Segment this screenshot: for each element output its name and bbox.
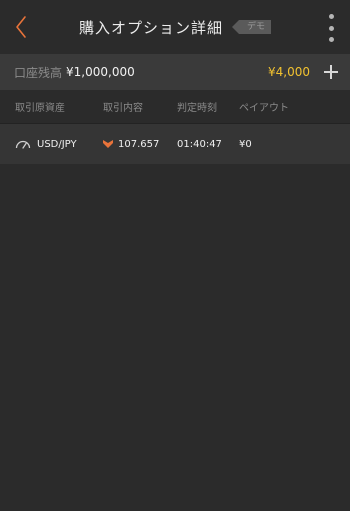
table-header: 取引原資産 取引内容 判定時刻 ペイアウト xyxy=(0,90,350,124)
app-header: 購入オプション詳細 デモ xyxy=(0,0,350,54)
judgment-time: 01:40:47 xyxy=(177,138,222,150)
bonus-value: ¥4,000 xyxy=(268,65,310,79)
column-header-trade: 取引内容 xyxy=(103,103,143,114)
add-funds-button[interactable] xyxy=(324,65,338,79)
column-header-time: 判定時刻 xyxy=(177,103,217,114)
asset-cell: USD/JPY xyxy=(0,139,103,150)
column-header-asset: 取引原資産 xyxy=(15,103,65,114)
gauge-icon xyxy=(15,140,31,149)
more-vertical-icon xyxy=(328,14,334,19)
asset-name: USD/JPY xyxy=(37,138,77,150)
trade-price: 107.657 xyxy=(118,138,160,150)
more-vertical-icon xyxy=(328,37,334,42)
table-row[interactable]: USD/JPY 107.657 01:40:47 ¥0 xyxy=(0,124,350,164)
balance-label: 口座残高 xyxy=(14,65,63,80)
more-vertical-icon xyxy=(328,25,334,31)
payout-value: ¥0 xyxy=(239,138,252,150)
back-button[interactable] xyxy=(12,14,30,40)
balance-value: ¥1,000,000 xyxy=(66,65,135,79)
more-menu-button[interactable] xyxy=(326,14,336,42)
balance-bar: 口座残高 ¥1,000,000 ¥4,000 xyxy=(0,54,350,90)
trade-cell: 107.657 xyxy=(103,139,177,150)
demo-badge: デモ xyxy=(231,20,272,34)
column-header-payout: ペイアウト xyxy=(239,103,289,114)
page-title: 購入オプション詳細 xyxy=(78,18,223,37)
low-arrow-icon xyxy=(103,140,113,148)
title-group: 購入オプション詳細 デモ xyxy=(78,17,272,38)
chevron-left-icon xyxy=(16,16,26,38)
